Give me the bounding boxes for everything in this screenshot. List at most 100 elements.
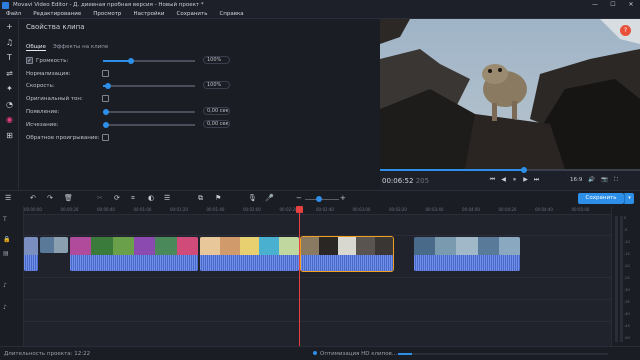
menu-settings[interactable]: Настройки bbox=[133, 11, 164, 17]
vu-scale-label: -25 bbox=[624, 276, 630, 280]
vu-scale-label: -35 bbox=[624, 300, 630, 304]
video-track-icon: ▤ bbox=[3, 250, 9, 257]
transitions-icon[interactable]: ⇌ bbox=[0, 66, 19, 82]
cut-icon[interactable]: ✂ bbox=[97, 194, 103, 202]
video-clip[interactable] bbox=[24, 237, 38, 271]
fade-in-slider[interactable] bbox=[103, 109, 195, 115]
help-button[interactable]: ? bbox=[620, 25, 631, 36]
window-title: Movavi Video Editor - Д. диевная пробная… bbox=[13, 2, 204, 8]
delete-icon[interactable]: 🗑 bbox=[64, 194, 73, 202]
playhead-handle[interactable] bbox=[296, 206, 303, 213]
prev-frame-icon[interactable]: ◀ bbox=[498, 176, 509, 184]
fade-out-value-field[interactable]: 0,00 сек bbox=[203, 120, 230, 128]
menu-view[interactable]: Просмотр bbox=[93, 11, 121, 17]
vu-scale-label: -5 bbox=[624, 228, 628, 232]
timeline-ruler[interactable]: 00:00:00 00:00:20 00:00:40 00:01:00 00:01:20… bbox=[24, 206, 611, 215]
vu-scale-label: -45 bbox=[624, 324, 630, 328]
playback-controls: ⏮ ◀ ⏸ ▶ ⏭ bbox=[487, 176, 542, 184]
maximize-button[interactable]: ☐ bbox=[604, 0, 622, 10]
filters-icon[interactable]: ✦ bbox=[0, 81, 19, 97]
zoom-slider[interactable] bbox=[305, 199, 339, 200]
volume-slider[interactable] bbox=[103, 58, 195, 64]
zoom-in-icon[interactable]: + bbox=[340, 194, 346, 202]
speed-slider[interactable] bbox=[103, 83, 195, 89]
reverse-checkbox[interactable] bbox=[102, 134, 109, 141]
volume-slider-fill bbox=[103, 60, 131, 62]
menu-edit[interactable]: Редактирование bbox=[33, 11, 81, 17]
aspect-ratio-dropdown[interactable]: 16:9 bbox=[570, 177, 582, 184]
speed-value-field[interactable]: 100% bbox=[203, 81, 230, 89]
player-progress-bar[interactable] bbox=[380, 167, 640, 173]
ruler-tick-label: 00:02:20 bbox=[279, 207, 298, 212]
clip-properties-icon[interactable]: ☰ bbox=[164, 194, 170, 202]
video-clip[interactable] bbox=[414, 237, 520, 271]
zoom-slider-knob[interactable] bbox=[316, 196, 322, 202]
play-pause-icon[interactable]: ⏸ bbox=[509, 176, 520, 184]
minimize-button[interactable]: — bbox=[586, 0, 604, 10]
ruler-tick-label: 00:01:20 bbox=[170, 207, 188, 212]
ruler-tick-label: 00:04:00 bbox=[462, 207, 480, 212]
player-progress-knob[interactable] bbox=[521, 167, 527, 173]
zoom-out-icon[interactable]: − bbox=[296, 194, 302, 202]
marker-icon[interactable]: ⚑ bbox=[215, 194, 221, 202]
volume-icon[interactable]: 🔊 bbox=[588, 177, 595, 184]
track-settings-icon[interactable]: ☰ bbox=[5, 194, 11, 202]
stickers-icon[interactable]: ◔ bbox=[0, 97, 19, 113]
ruler-tick-label: 00:02:40 bbox=[316, 207, 334, 212]
reverse-row: Обратное проигрывание: bbox=[26, 133, 100, 142]
ruler-tick-label: 00:03:20 bbox=[389, 207, 407, 212]
mic-icon[interactable]: 🎤 bbox=[265, 194, 274, 202]
playhead[interactable] bbox=[296, 206, 303, 346]
overlay-icon[interactable]: ⧉ bbox=[198, 194, 203, 203]
close-button[interactable]: ✕ bbox=[622, 0, 640, 10]
fade-out-label: Исчезание: bbox=[26, 121, 59, 128]
timecode-main: 00:06:52 bbox=[382, 177, 414, 185]
menu-save[interactable]: Сохранить bbox=[177, 11, 208, 17]
tab-clip-effects[interactable]: Эффекты на клипе bbox=[53, 44, 108, 51]
save-button[interactable]: Сохранить bbox=[578, 193, 624, 204]
status-dot-icon bbox=[313, 351, 317, 355]
add-media-icon[interactable]: + bbox=[0, 19, 19, 35]
video-clip[interactable] bbox=[40, 237, 68, 253]
voiceover-icon[interactable]: 🎙 bbox=[248, 194, 257, 202]
save-dropdown-icon[interactable]: ▾ bbox=[624, 193, 634, 204]
fade-out-slider-knob[interactable] bbox=[103, 122, 109, 128]
original-tone-label: Оригинальный тон: bbox=[26, 95, 83, 102]
menu-help[interactable]: Справка bbox=[219, 11, 243, 17]
redo-icon[interactable]: ↷ bbox=[47, 194, 53, 202]
fullscreen-icon[interactable]: ⛶ bbox=[614, 177, 618, 184]
title-track-icon: T bbox=[3, 216, 7, 223]
selected-video-clip[interactable] bbox=[300, 236, 394, 272]
more-tools-icon[interactable]: ⊞ bbox=[0, 128, 19, 144]
skip-to-end-icon[interactable]: ⏭ bbox=[531, 176, 542, 184]
video-clip[interactable] bbox=[70, 237, 198, 271]
reverse-label: Обратное проигрывание: bbox=[26, 134, 100, 141]
video-clip[interactable] bbox=[200, 237, 299, 271]
effects-icon[interactable]: ◉ bbox=[0, 112, 19, 128]
volume-value-field[interactable]: 100% bbox=[203, 56, 230, 64]
timeline-tracks bbox=[24, 215, 611, 346]
color-adjust-icon[interactable]: ◐ bbox=[148, 194, 154, 202]
menu-file[interactable]: Файл bbox=[6, 11, 21, 17]
volume-slider-knob[interactable] bbox=[127, 58, 134, 64]
left-toolbar: + ♫ T ⇌ ✦ ◔ ◉ ⊞ bbox=[0, 19, 19, 190]
undo-icon[interactable]: ↶ bbox=[30, 194, 36, 202]
original-tone-checkbox[interactable] bbox=[102, 95, 109, 102]
video-track-lock-icon[interactable]: 🔒 bbox=[3, 236, 10, 243]
volume-meter: 0 -5 -10 -15 -20 -25 -30 -35 -40 -45 -50 bbox=[611, 206, 640, 346]
skip-to-start-icon[interactable]: ⏮ bbox=[487, 176, 498, 184]
tab-general[interactable]: Общие bbox=[26, 44, 46, 51]
video-preview[interactable]: ? bbox=[380, 19, 640, 169]
rotate-icon[interactable]: ⟳ bbox=[114, 194, 120, 202]
volume-checkbox[interactable]: ✓ bbox=[26, 57, 33, 64]
normalize-checkbox[interactable] bbox=[102, 70, 109, 77]
next-frame-icon[interactable]: ▶ bbox=[520, 176, 531, 184]
titles-icon[interactable]: T bbox=[0, 50, 19, 66]
music-icon[interactable]: ♫ bbox=[0, 35, 19, 51]
crop-icon[interactable]: ⌗ bbox=[131, 194, 135, 203]
fade-in-slider-knob[interactable] bbox=[103, 109, 109, 115]
fade-in-value-field[interactable]: 0,00 сек bbox=[203, 107, 230, 115]
speed-slider-knob[interactable] bbox=[104, 83, 111, 89]
snapshot-icon[interactable]: 📷 bbox=[601, 177, 608, 184]
fade-out-slider[interactable] bbox=[103, 122, 195, 128]
